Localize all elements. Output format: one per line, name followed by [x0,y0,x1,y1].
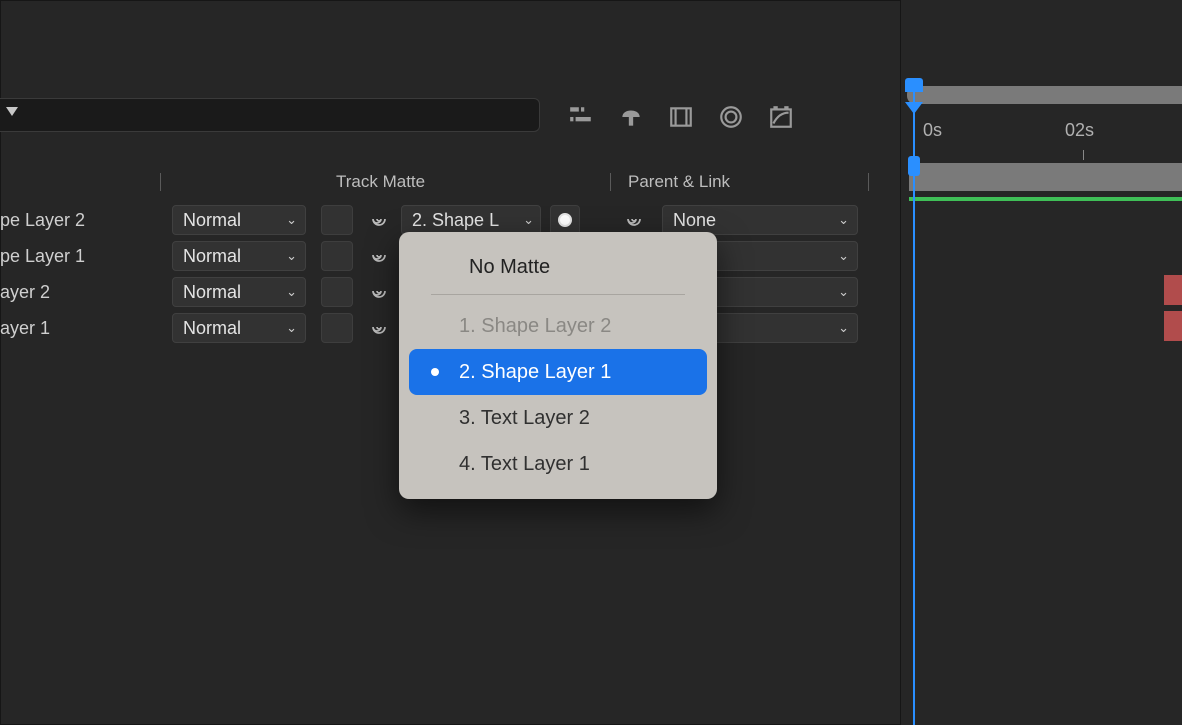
layer-bar[interactable] [1164,275,1182,305]
graph-editor-icon[interactable] [768,104,794,130]
chevron-down-icon: ⌄ [838,284,849,300]
matte-option[interactable]: 3. Text Layer 2 [409,395,707,441]
layer-name: pe Layer 1 [0,246,130,267]
chevron-down-icon: ⌄ [286,320,297,336]
blend-mode-value: Normal [183,282,241,303]
layer-name: pe Layer 2 [0,210,130,231]
matte-option[interactable]: 4. Text Layer 1 [409,441,707,487]
chevron-down-icon: ⌄ [838,212,849,228]
playhead-knob-icon [908,156,920,176]
track-matte-dropdown[interactable]: 2. Shape L ⌄ [401,205,541,235]
panel-toolbar [568,104,794,130]
time-ruler[interactable]: 0s 02s [901,114,1182,160]
playhead[interactable] [913,80,915,725]
layer-search-input[interactable] [0,98,540,132]
switches-icon[interactable] [568,104,594,130]
matte-pickwhip-icon[interactable] [367,207,393,233]
layer-bar[interactable] [1164,311,1182,341]
alpha-matte-icon [558,213,572,227]
render-queue-icon[interactable] [668,104,694,130]
blend-mode-value: Normal [183,210,241,231]
blend-mode-value: Normal [183,246,241,267]
chevron-down-icon: ⌄ [286,284,297,300]
playhead-triangle-icon [905,102,923,114]
track-matte-value: 2. Shape L [412,210,499,231]
matte-option-label: 1. Shape Layer 2 [459,315,611,338]
matte-type-toggle[interactable] [550,205,580,235]
selected-dot-icon [431,368,439,376]
track-matte-swatch[interactable] [321,277,353,307]
parent-dropdown[interactable]: None ⌄ [662,205,858,235]
timeline-panel: Track Matte Parent & Link pe Layer 2 Nor… [0,0,1182,725]
track-matte-swatch[interactable] [321,241,353,271]
time-tick-label: 02s [1065,120,1094,141]
blend-mode-dropdown[interactable]: Normal ⌄ [172,205,306,235]
timeline-area[interactable]: 0s 02s [900,0,1182,725]
parent-link-header: Parent & Link [628,172,730,192]
matte-option-none[interactable]: No Matte [409,244,707,290]
chevron-down-icon: ⌄ [286,212,297,228]
cached-preview-bar [909,197,1182,201]
mushroom-icon[interactable] [618,104,644,130]
parent-value: None [673,210,716,231]
time-tick-label: 0s [923,120,942,141]
matte-option[interactable]: 2. Shape Layer 1 [409,349,707,395]
matte-pickwhip-icon[interactable] [367,315,393,341]
track-matte-swatch[interactable] [321,205,353,235]
blend-mode-dropdown[interactable]: Normal ⌄ [172,277,306,307]
matte-option-label: No Matte [469,256,550,279]
matte-option-label: 4. Text Layer 1 [459,453,590,476]
dropdown-arrow-icon [4,103,20,124]
chevron-down-icon: ⌄ [838,320,849,336]
track-matte-popup[interactable]: No Matte 1. Shape Layer 2 2. Shape Layer… [399,232,717,499]
layer-name: ayer 2 [0,282,130,303]
matte-option-label: 2. Shape Layer 1 [459,361,611,384]
layer-name: ayer 1 [0,318,130,339]
matte-pickwhip-icon[interactable] [367,243,393,269]
motion-blur-icon[interactable] [718,104,744,130]
matte-option: 1. Shape Layer 2 [409,303,707,349]
track-matte-swatch[interactable] [321,313,353,343]
parent-pickwhip-icon[interactable] [622,207,648,233]
blend-mode-value: Normal [183,318,241,339]
blend-mode-dropdown[interactable]: Normal ⌄ [172,313,306,343]
matte-option-label: 3. Text Layer 2 [459,407,590,430]
timeline-scrollbar[interactable] [907,86,1182,104]
blend-mode-dropdown[interactable]: Normal ⌄ [172,241,306,271]
work-area-bar[interactable] [909,163,1182,191]
chevron-down-icon: ⌄ [838,248,849,264]
track-matte-header: Track Matte [336,172,425,192]
chevron-down-icon: ⌄ [286,248,297,264]
chevron-down-icon: ⌄ [523,212,534,228]
matte-pickwhip-icon[interactable] [367,279,393,305]
popup-separator [431,294,685,295]
playhead-head-icon [905,78,923,92]
